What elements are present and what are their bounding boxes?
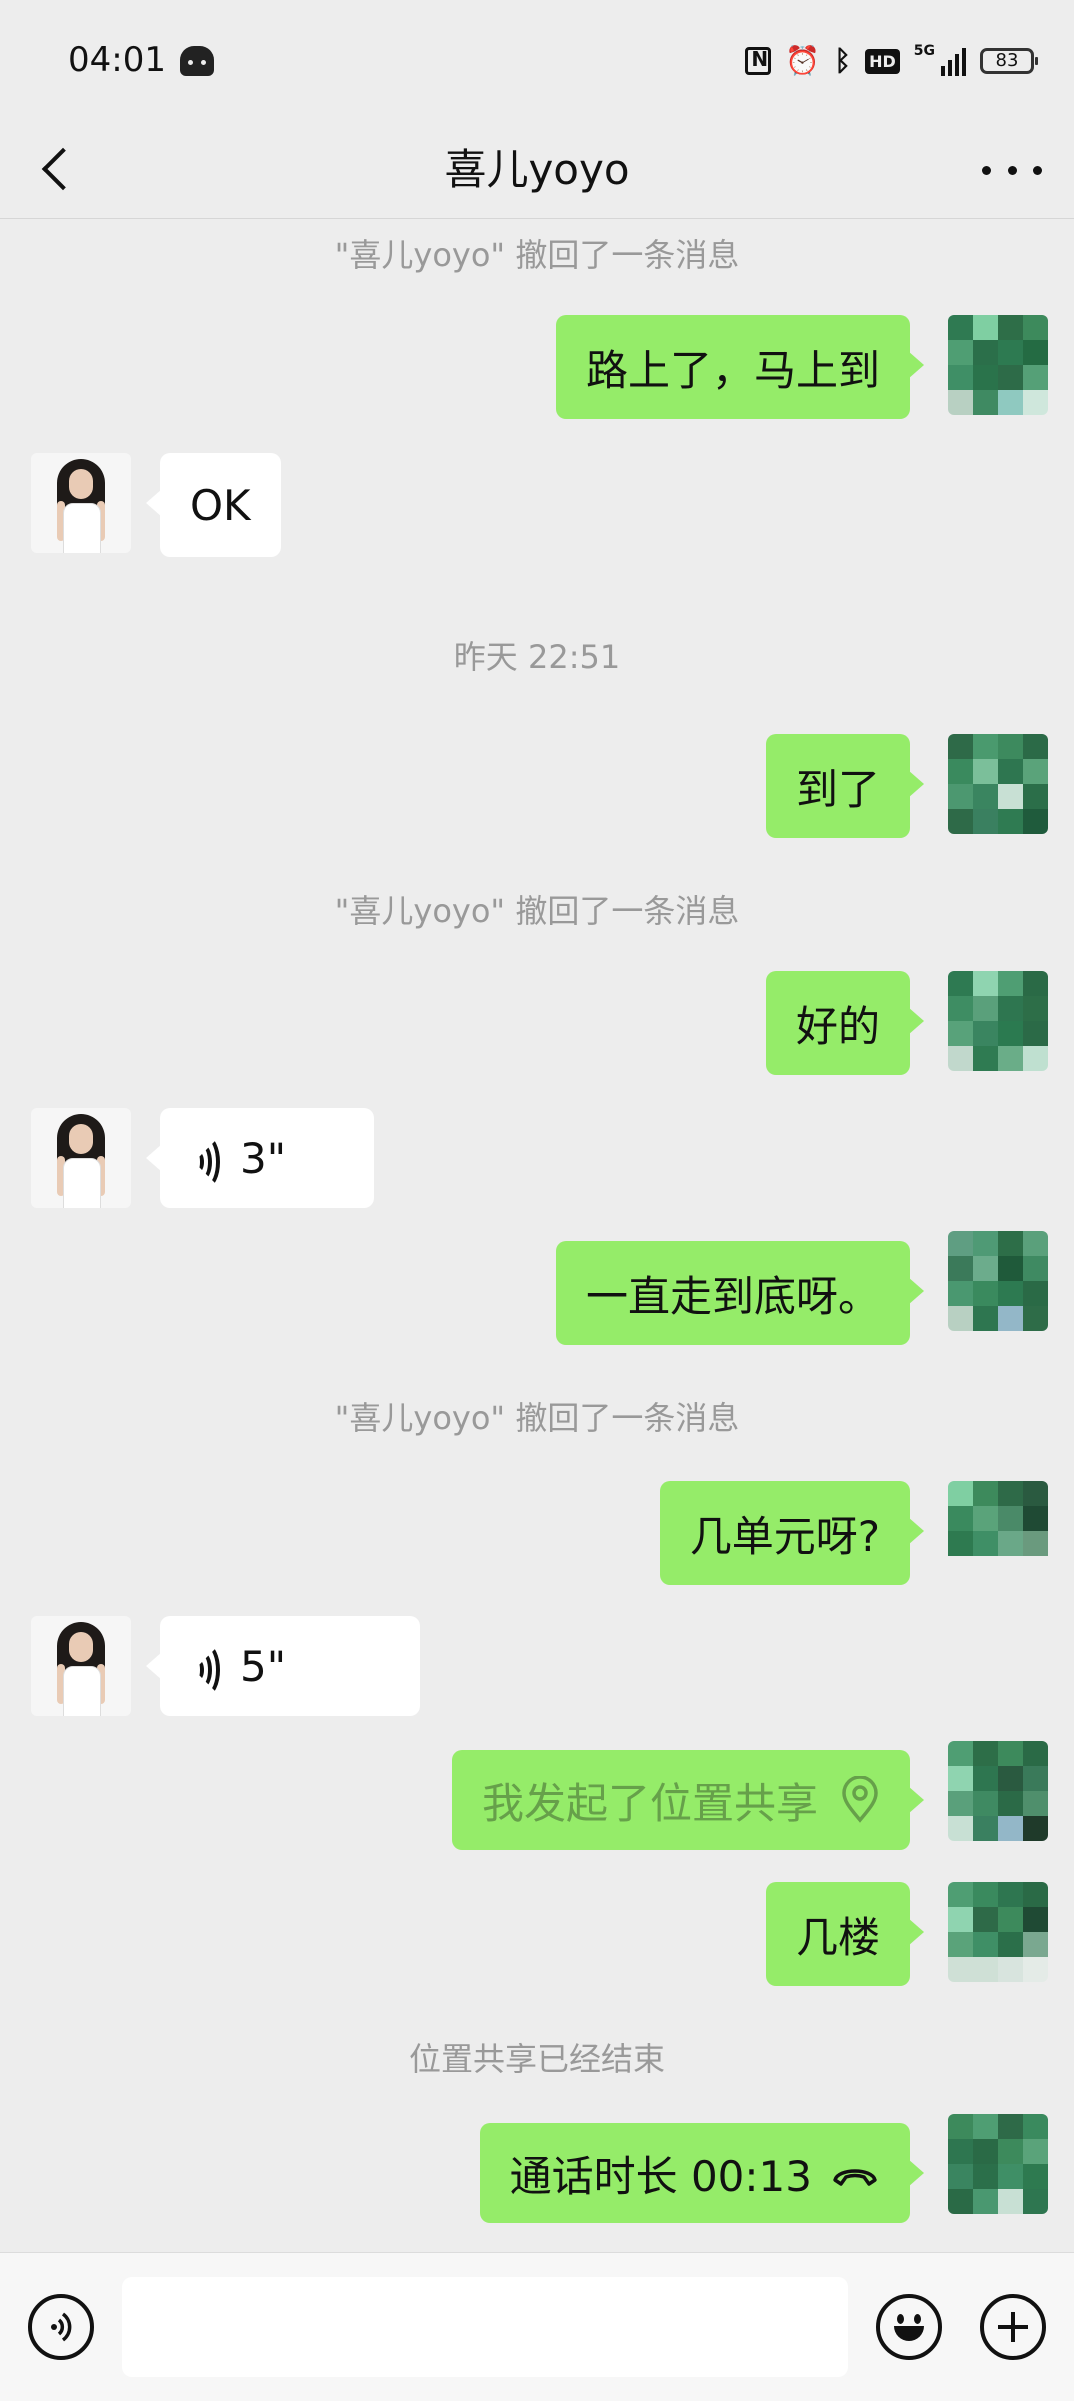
my-avatar[interactable] bbox=[948, 1481, 1048, 1581]
more-icon[interactable] bbox=[982, 150, 1042, 190]
message-text: 通话时长 00:13 bbox=[509, 2151, 812, 2201]
message-bubble[interactable]: 一直走到底呀。 bbox=[555, 1241, 925, 1345]
message-text: 几楼 bbox=[795, 1912, 880, 1962]
contact-avatar[interactable] bbox=[31, 1108, 131, 1208]
plus-icon[interactable] bbox=[980, 2294, 1046, 2360]
voice-message[interactable]: 5" bbox=[146, 1616, 420, 1716]
message-text: 几单元呀? bbox=[689, 1511, 880, 1561]
location-pin-icon bbox=[842, 1776, 878, 1823]
nfc-icon bbox=[745, 47, 772, 75]
message-text: 我发起了位置共享 bbox=[481, 1778, 818, 1828]
message-list[interactable]: "喜儿yoyo" 撤回了一条消息 路上了，马上到 OK 昨天 22:51 到了 … bbox=[0, 219, 1074, 2249]
location-share-ended-notice: 位置共享已经结束 bbox=[408, 2040, 665, 2078]
network-type: 5G bbox=[913, 43, 935, 59]
emoji-icon[interactable] bbox=[876, 2294, 942, 2360]
status-time: 04:01 bbox=[68, 40, 166, 80]
call-record-message[interactable]: 通话时长 00:13 bbox=[479, 2123, 925, 2223]
battery-icon: 83 bbox=[980, 48, 1038, 74]
my-avatar[interactable] bbox=[948, 1741, 1048, 1841]
contact-avatar[interactable] bbox=[31, 453, 131, 553]
recall-notice: "喜儿yoyo" 撤回了一条消息 bbox=[334, 892, 740, 930]
chat-input-bar bbox=[0, 2252, 1074, 2401]
my-avatar[interactable] bbox=[948, 734, 1048, 834]
message-text: OK bbox=[190, 480, 251, 530]
alarm-icon: ⏰ bbox=[785, 44, 821, 77]
message-bubble[interactable]: OK bbox=[146, 453, 281, 557]
message-bubble[interactable]: 到了 bbox=[765, 734, 925, 838]
voice-wave-icon bbox=[190, 1644, 224, 1696]
voice-wave-icon bbox=[190, 1136, 224, 1188]
recall-notice: "喜儿yoyo" 撤回了一条消息 bbox=[334, 1399, 740, 1437]
message-text: 好的 bbox=[795, 1001, 880, 1051]
chat-header: 喜儿yoyo bbox=[0, 120, 1074, 219]
timestamp: 昨天 22:51 bbox=[453, 638, 621, 676]
my-avatar[interactable] bbox=[948, 971, 1048, 1071]
message-bubble[interactable]: 几单元呀? bbox=[659, 1481, 925, 1585]
chat-title: 喜儿yoyo bbox=[444, 145, 630, 194]
recall-notice: "喜儿yoyo" 撤回了一条消息 bbox=[334, 236, 740, 274]
notification-app-icon bbox=[180, 46, 214, 76]
voice-input-icon[interactable] bbox=[28, 2294, 94, 2360]
message-bubble[interactable]: 好的 bbox=[765, 971, 925, 1075]
message-text: 一直走到底呀。 bbox=[585, 1271, 880, 1321]
status-icons: ⏰ ᛒ HD 5G 83 bbox=[745, 43, 1038, 78]
phone-icon bbox=[833, 2169, 877, 2186]
message-bubble[interactable]: 几楼 bbox=[765, 1882, 925, 1986]
my-avatar[interactable] bbox=[948, 1882, 1048, 1982]
message-bubble[interactable]: 路上了，马上到 bbox=[555, 315, 925, 419]
message-text: 到了 bbox=[795, 764, 880, 814]
my-avatar[interactable] bbox=[948, 315, 1048, 415]
voice-duration: 5" bbox=[240, 1641, 287, 1691]
message-input[interactable] bbox=[122, 2277, 848, 2377]
location-share-message[interactable]: 我发起了位置共享 bbox=[451, 1750, 925, 1850]
bluetooth-icon: ᛒ bbox=[834, 44, 852, 77]
voice-duration: 3" bbox=[240, 1133, 287, 1183]
hd-icon: HD bbox=[865, 48, 900, 74]
voice-message[interactable]: 3" bbox=[146, 1108, 374, 1208]
my-avatar[interactable] bbox=[948, 1231, 1048, 1331]
status-bar: 04:01 ⏰ ᛒ HD 5G 83 bbox=[0, 0, 1074, 120]
signal-icon bbox=[941, 46, 966, 76]
my-avatar[interactable] bbox=[948, 2114, 1048, 2214]
contact-avatar[interactable] bbox=[31, 1616, 131, 1716]
message-text: 路上了，马上到 bbox=[585, 345, 880, 395]
